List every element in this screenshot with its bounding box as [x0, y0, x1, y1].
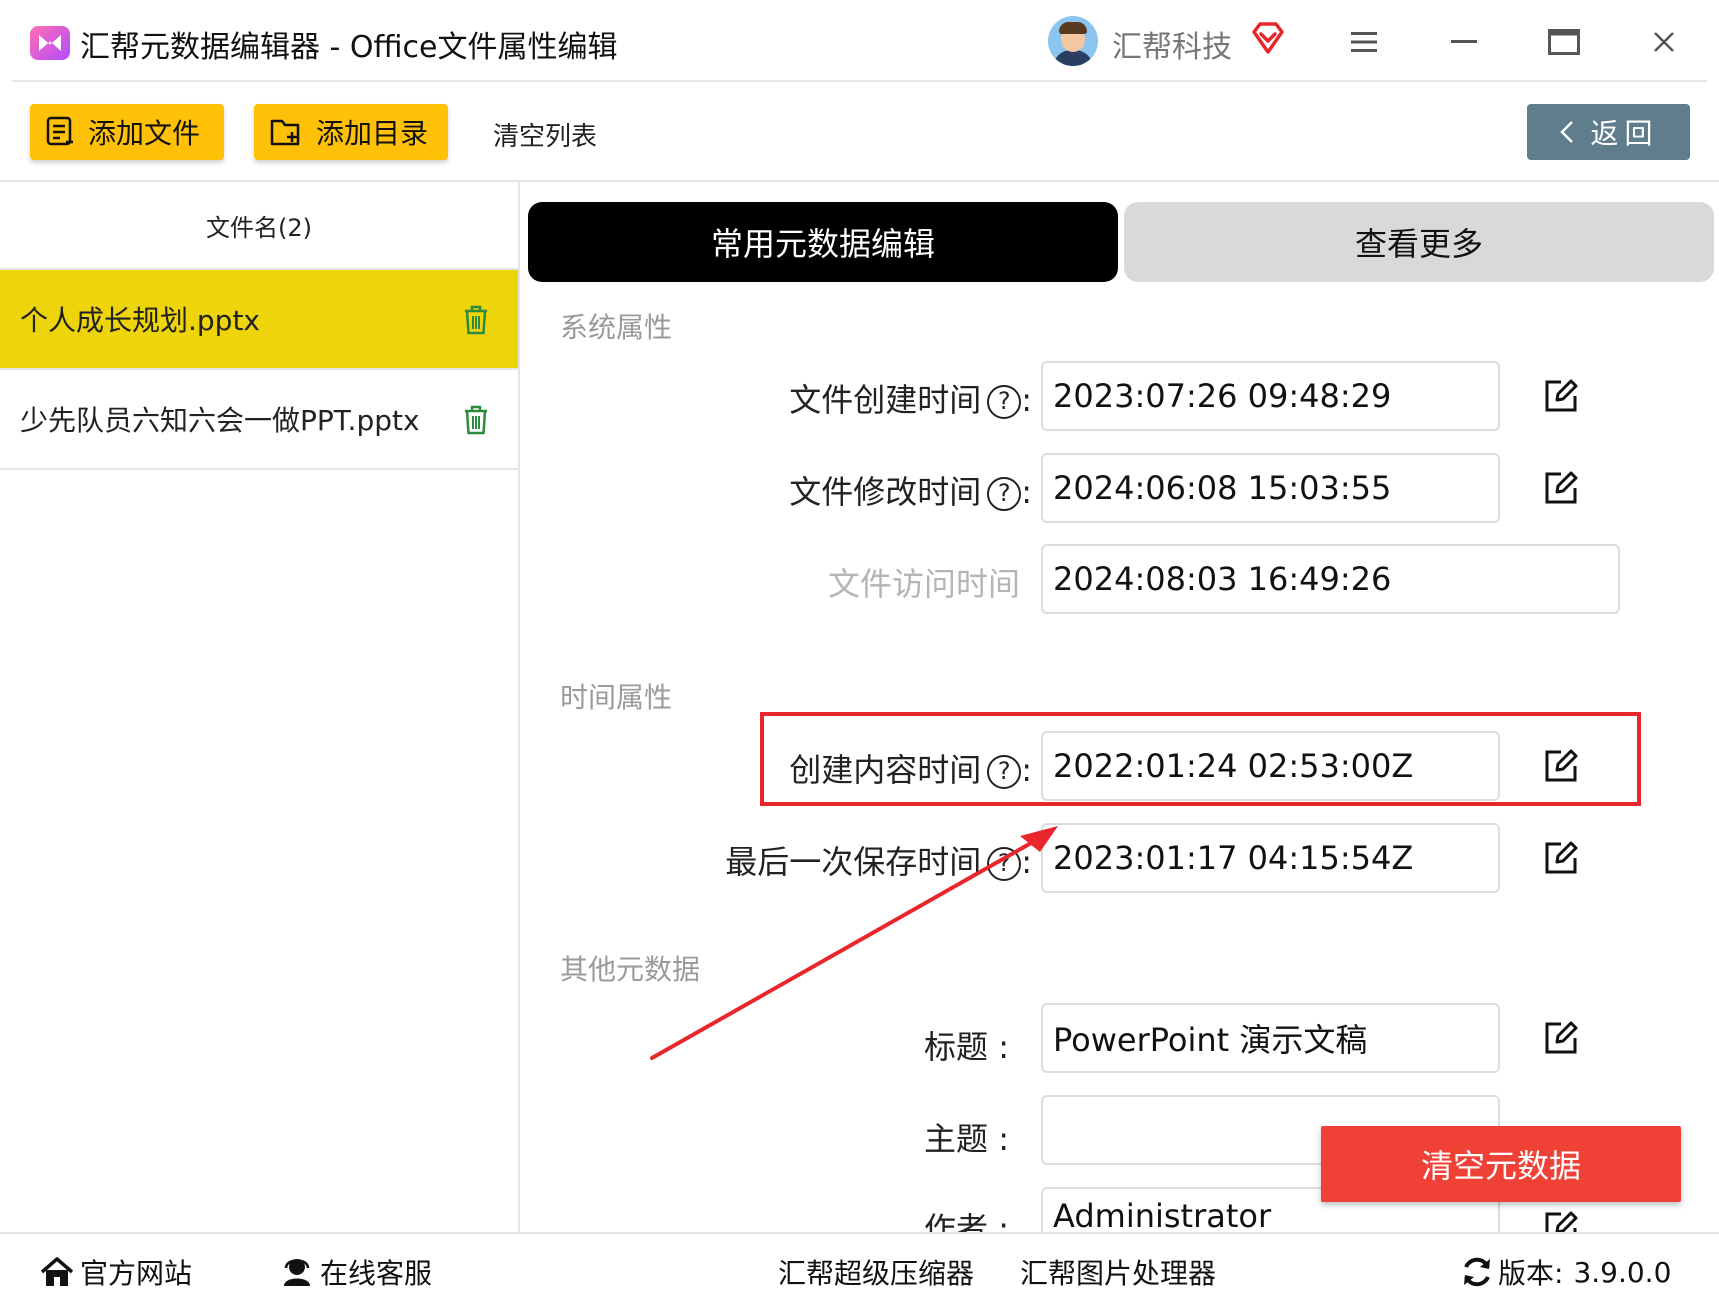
official-website-label: 官方网站 — [80, 1257, 193, 1290]
subject-label: 主题 : — [924, 1120, 1009, 1158]
content-created-input[interactable]: 2022:01:24 02:53:00Z — [1041, 731, 1500, 801]
refresh-icon[interactable] — [1460, 1255, 1494, 1289]
toolbar: 添加文件 添加目录 清空列表 返回 — [0, 82, 1719, 182]
edit-icon[interactable] — [1543, 378, 1579, 414]
company-name: 汇帮科技 — [1112, 30, 1232, 65]
modified-time-input[interactable]: 2024:06:08 15:03:55 — [1041, 453, 1500, 523]
edit-icon[interactable] — [1543, 748, 1579, 784]
file-list-panel: 文件名(2) 个人成长规划.pptx 少先队员六知六会一做PPT.pptx — [0, 182, 520, 1232]
vip-diamond-icon[interactable] — [1250, 20, 1286, 56]
accessed-time-label: 文件访问时间 — [827, 565, 1020, 603]
edit-icon[interactable] — [1543, 470, 1579, 506]
folder-add-icon — [270, 119, 300, 146]
clear-metadata-button[interactable]: 清空元数据 — [1321, 1126, 1681, 1202]
section-system-properties: 系统属性 — [560, 311, 673, 344]
version-info: 版本: 3.9.0.0 — [1460, 1252, 1671, 1292]
footer: 官方网站 在线客服 汇帮超级压缩器 汇帮图片处理器 版本: 3.9.0.0 — [0, 1232, 1719, 1299]
file-list-icon — [46, 116, 73, 146]
section-time-properties: 时间属性 — [560, 681, 673, 714]
window-title: 汇帮元数据编辑器 - Office文件属性编辑 — [80, 30, 618, 65]
version-number: 3.9.0.0 — [1573, 1255, 1672, 1289]
modified-time-label: 文件修改时间?: — [789, 473, 1032, 511]
accessed-time-input: 2024:08:03 16:49:26 — [1041, 544, 1620, 614]
close-icon[interactable] — [1644, 22, 1684, 62]
last-saved-input[interactable]: 2023:01:17 04:15:54Z — [1041, 823, 1500, 893]
trash-icon[interactable] — [462, 304, 490, 336]
official-website-link[interactable]: 官方网站 — [40, 1252, 192, 1292]
tab-common-metadata[interactable]: 常用元数据编辑 — [528, 202, 1118, 282]
section-other-metadata: 其他元数据 — [560, 953, 701, 986]
back-button[interactable]: 返回 — [1527, 104, 1690, 160]
created-time-input[interactable]: 2023:07:26 09:48:29 — [1041, 361, 1500, 431]
help-icon[interactable]: ? — [987, 477, 1022, 511]
file-list-header: 文件名(2) — [0, 182, 518, 270]
clear-list-button[interactable]: 清空列表 — [493, 116, 597, 153]
compressor-link[interactable]: 汇帮超级压缩器 — [778, 1252, 974, 1292]
help-icon[interactable]: ? — [987, 847, 1022, 881]
minimize-icon[interactable] — [1444, 22, 1484, 62]
add-file-button[interactable]: 添加文件 — [30, 104, 224, 160]
help-icon[interactable]: ? — [987, 385, 1022, 419]
maximize-icon[interactable] — [1544, 22, 1584, 62]
image-tool-link[interactable]: 汇帮图片处理器 — [1020, 1252, 1216, 1292]
file-name: 少先队员六知六会一做PPT.pptx — [20, 404, 420, 437]
version-label: 版本: — [1498, 1257, 1564, 1290]
file-row[interactable]: 个人成长规划.pptx — [0, 270, 518, 370]
headset-icon — [284, 1259, 310, 1286]
back-label: 返回 — [1590, 117, 1659, 150]
title-label: 标题 : — [924, 1028, 1009, 1066]
menu-icon[interactable] — [1344, 22, 1384, 62]
title-bar: 汇帮元数据编辑器 - Office文件属性编辑 汇帮科技 — [0, 0, 1719, 82]
tab-view-more[interactable]: 查看更多 — [1124, 202, 1714, 282]
edit-icon[interactable] — [1543, 840, 1579, 876]
help-icon[interactable]: ? — [987, 755, 1022, 789]
trash-icon[interactable] — [462, 404, 490, 436]
edit-icon[interactable] — [1543, 1020, 1579, 1056]
file-row[interactable]: 少先队员六知六会一做PPT.pptx — [0, 370, 518, 470]
file-name: 个人成长规划.pptx — [20, 304, 260, 337]
add-file-label: 添加文件 — [88, 117, 201, 150]
content-created-label: 创建内容时间?: — [789, 751, 1032, 789]
title-input[interactable]: PowerPoint 演示文稿 — [1041, 1003, 1500, 1073]
online-support-label: 在线客服 — [320, 1257, 433, 1290]
home-icon — [40, 1257, 74, 1286]
chevron-left-icon — [1560, 121, 1574, 143]
add-folder-button[interactable]: 添加目录 — [254, 104, 448, 160]
user-avatar[interactable] — [1048, 16, 1098, 66]
online-support-link[interactable]: 在线客服 — [280, 1252, 432, 1292]
last-saved-label: 最后一次保存时间?: — [725, 843, 1032, 881]
created-time-label: 文件创建时间?: — [789, 381, 1032, 419]
app-logo-icon — [30, 26, 70, 60]
edit-icon[interactable] — [1543, 1210, 1579, 1232]
add-folder-label: 添加目录 — [316, 117, 429, 150]
